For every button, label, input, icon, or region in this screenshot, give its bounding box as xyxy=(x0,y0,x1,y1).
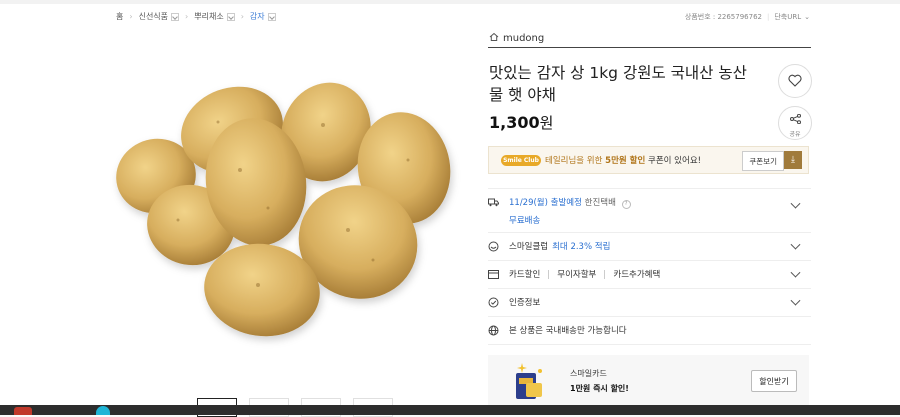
seller-name: mudong xyxy=(503,33,545,44)
breadcrumb-label: 신선식품 xyxy=(138,12,169,21)
help-icon[interactable]: ? xyxy=(621,200,631,209)
breadcrumb-item-potato[interactable]: 감자 xyxy=(250,11,276,22)
dropdown-icon[interactable] xyxy=(171,12,180,21)
price: 1,300원 xyxy=(489,112,553,133)
chevron-down-icon: ⌄ xyxy=(804,13,810,21)
short-url-button[interactable]: 단축URL xyxy=(774,12,801,22)
breadcrumb-label: 뿌리채소 xyxy=(194,12,224,21)
dropdown-icon[interactable] xyxy=(226,12,235,21)
chevron-down-icon xyxy=(790,267,801,278)
breadcrumb-item-root-veg[interactable]: 뿌리채소 xyxy=(194,11,235,22)
breadcrumb-home[interactable]: 홈 xyxy=(116,11,123,22)
breadcrumb-label: 감자 xyxy=(249,12,265,21)
delivery-date: 11/29(월) 출발예정 xyxy=(509,198,582,208)
divider xyxy=(488,260,811,261)
coupon-user: 테일리님을 위한 xyxy=(545,156,606,166)
smile-club-rate: 최대 2.3% 적립 xyxy=(552,242,611,252)
potato-image xyxy=(108,30,461,382)
share-icon xyxy=(789,109,801,128)
truck-icon xyxy=(488,197,499,208)
delivery-info: 11/29(월) 출발예정 한진택배 ? 무료배송 xyxy=(509,196,631,226)
coupon-suffix: 쿠폰이 있어요! xyxy=(645,156,702,166)
smile-club-badge: Smile Club xyxy=(501,154,541,166)
heart-icon xyxy=(788,72,802,91)
coupon-view-button[interactable]: 쿠폰보기 ⤓ xyxy=(742,151,802,171)
separator xyxy=(604,269,606,279)
breadcrumb-separator: › xyxy=(240,12,244,21)
coupon-banner: Smile Club 테일리님을 위한 5만원 할인 쿠폰이 있어요! 쿠폰보기… xyxy=(488,146,809,174)
card-installment: 무이자할부 xyxy=(557,270,597,280)
download-icon: ⤓ xyxy=(784,151,802,169)
home-icon xyxy=(489,32,499,45)
chevron-down-icon xyxy=(790,198,801,209)
share-label: 공유 xyxy=(789,130,801,138)
divider xyxy=(488,344,811,345)
page: 홈 › 신선식품 › 뿌리채소 › 감자 상품번호 : 2265796762 |… xyxy=(0,0,900,417)
product-image[interactable] xyxy=(108,30,461,382)
card-discount: 카드할인 xyxy=(509,270,541,280)
divider xyxy=(488,316,811,317)
delivery-carrier: 한진택배 xyxy=(584,198,616,208)
taskbar xyxy=(0,405,900,415)
browser-icon[interactable] xyxy=(96,406,110,415)
certification-label: 인증정보 xyxy=(509,298,541,308)
meta-divider: | xyxy=(766,13,770,21)
domestic-shipping-row: 본 상품은 국내배송만 가능합니다 xyxy=(488,321,811,339)
top-border xyxy=(0,0,900,4)
separator xyxy=(548,269,550,279)
certification-row[interactable]: 인증정보 xyxy=(488,293,811,311)
product-meta: 상품번호 : 2265796762 | 단축URL ⌄ xyxy=(685,12,810,22)
chevron-down-icon xyxy=(790,295,801,306)
smile-card-image xyxy=(512,361,546,401)
divider xyxy=(488,288,811,289)
product-title: 맛있는 감자 상 1kg 강원도 국내산 농산물 햇 야채 xyxy=(489,64,747,104)
smile-icon xyxy=(488,241,499,252)
product-number: 상품번호 : 2265796762 xyxy=(684,13,762,21)
promo-title: 스마일카드 xyxy=(570,369,607,378)
delivery-row[interactable]: 11/29(월) 출발예정 한진택배 ? 무료배송 xyxy=(488,196,811,226)
breadcrumb-separator: › xyxy=(185,12,189,21)
card-benefit-row[interactable]: 카드할인 무이자할부 카드추가혜택 xyxy=(488,265,811,283)
coupon-amount: 5만원 할인 xyxy=(605,156,646,166)
free-shipping: 무료배송 xyxy=(509,216,541,226)
delivery-line: 11/29(월) 출발예정 한진택배 ? xyxy=(509,196,631,209)
seller-link[interactable]: mudong xyxy=(489,32,544,45)
breadcrumb: 홈 › 신선식품 › 뿌리채소 › 감자 xyxy=(116,11,276,22)
smile-club-label: 스마일클럽 xyxy=(509,242,549,252)
seller-divider xyxy=(488,47,811,48)
coupon-text: 테일리님을 위한 5만원 할인 쿠폰이 있어요! xyxy=(545,154,701,166)
divider xyxy=(488,232,811,233)
smile-card-promo: 스마일카드 1만원 즉시 할인! 할인받기 xyxy=(488,355,809,410)
divider xyxy=(488,188,811,189)
breadcrumb-item-fresh[interactable]: 신선식품 xyxy=(138,11,180,22)
chevron-down-icon xyxy=(790,239,801,250)
price-currency: 원 xyxy=(539,114,554,132)
domestic-notice: 본 상품은 국내배송만 가능합니다 xyxy=(509,326,627,336)
breadcrumb-separator: › xyxy=(129,12,133,21)
price-value: 1,300 xyxy=(489,113,540,132)
check-circle-icon xyxy=(488,297,499,308)
dropdown-icon[interactable] xyxy=(267,12,276,21)
coupon-button-label: 쿠폰보기 xyxy=(742,151,784,171)
promo-subtitle: 1만원 즉시 할인! xyxy=(570,384,629,393)
smile-club-row[interactable]: 스마일클럽 최대 2.3% 적립 xyxy=(488,237,811,255)
wishlist-button[interactable] xyxy=(778,64,812,98)
card-icon xyxy=(488,269,499,280)
app-icon[interactable] xyxy=(14,407,32,415)
get-discount-button[interactable]: 할인받기 xyxy=(751,370,797,392)
card-extra-benefit: 카드추가혜택 xyxy=(613,270,661,280)
globe-icon xyxy=(488,325,499,336)
share-button[interactable]: 공유 xyxy=(778,106,812,140)
